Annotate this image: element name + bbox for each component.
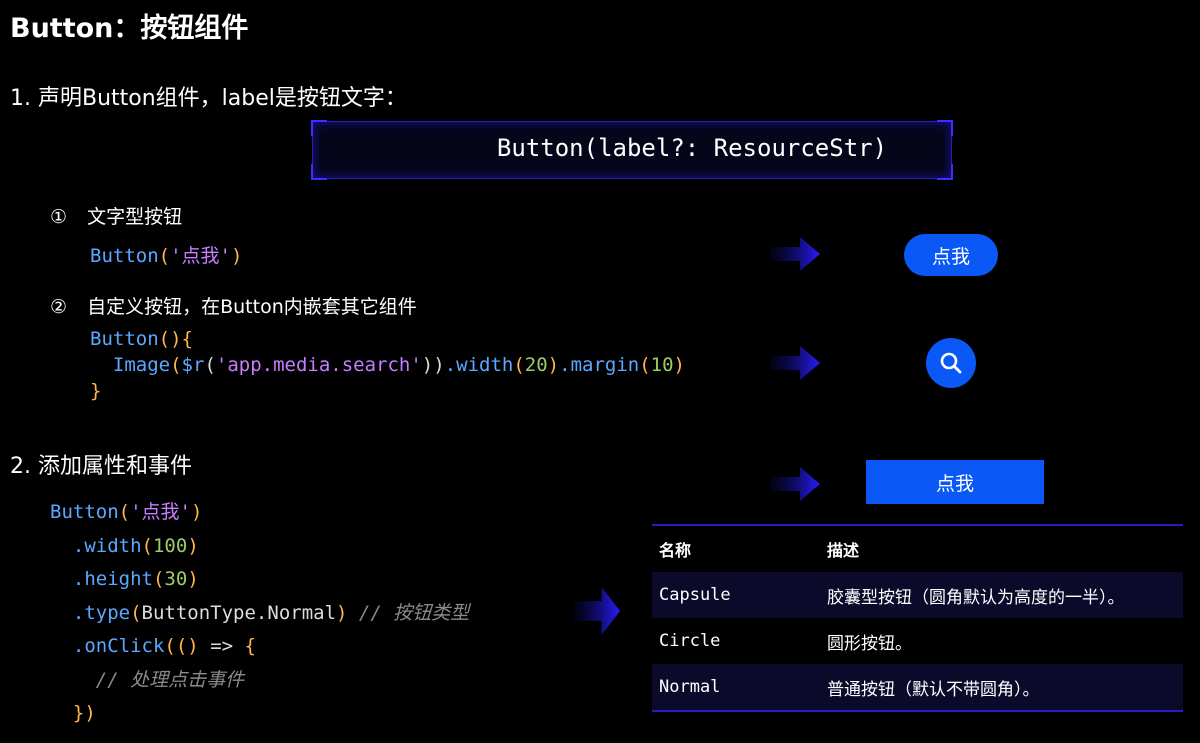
corner-decoration [937, 164, 953, 180]
circle-button-preview[interactable] [926, 338, 976, 388]
table-row: Normal 普通按钮（默认不带圆角）。 [652, 664, 1183, 710]
section2-heading: 2. 添加属性和事件 [10, 454, 192, 479]
capsule-button-preview[interactable]: 点我 [904, 234, 998, 276]
table-cell-desc: 胶囊型按钮（圆角默认为高度的一半）。 [827, 587, 1125, 608]
table-header-row: 名称 描述 [652, 526, 1183, 572]
signature-box: Button(label?: ResourceStr) [311, 120, 953, 180]
normal-button-preview[interactable]: 点我 [866, 460, 1044, 504]
arrow-right-icon [574, 587, 620, 635]
item1-code: Button('点我') [90, 245, 243, 267]
arrow-right-icon [770, 467, 820, 501]
table-bottom-border [652, 710, 1183, 712]
table-cell-name: Normal [659, 677, 721, 697]
arrow-right-icon [770, 237, 820, 271]
item1-heading: ① 文字型按钮 [50, 202, 182, 229]
button-type-table: 名称 描述 Capsule 胶囊型按钮（圆角默认为高度的一半）。 Circle … [652, 524, 1183, 712]
table-header-desc: 描述 [827, 541, 860, 560]
search-icon [940, 352, 962, 374]
table-cell-desc: 普通按钮（默认不带圆角）。 [827, 679, 1040, 700]
table-cell-name: Capsule [659, 585, 731, 605]
section1-heading: 1. 声明Button组件，label是按钮文字： [10, 86, 407, 111]
item2-label: 自定义按钮，在Button内嵌套其它组件 [87, 296, 417, 318]
table-cell-name: Circle [659, 631, 721, 651]
section2-code: Button('点我') .width(100) .height(30) .ty… [50, 501, 470, 724]
item2-code: Button(){ Image($r('app.media.search')).… [90, 328, 685, 402]
table-row: Capsule 胶囊型按钮（圆角默认为高度的一半）。 [652, 572, 1183, 618]
item1-marker: ① [50, 206, 68, 228]
table-row: Circle 圆形按钮。 [652, 618, 1183, 664]
arrow-right-icon [770, 346, 820, 380]
table-cell-desc: 圆形按钮。 [827, 633, 912, 654]
item1-label: 文字型按钮 [87, 206, 183, 228]
page-title: Button：按钮组件 [10, 13, 249, 44]
item2-heading: ② 自定义按钮，在Button内嵌套其它组件 [50, 292, 417, 319]
button-signature: Button(label?: ResourceStr) [496, 134, 888, 162]
item2-marker: ② [50, 296, 68, 318]
table-header-name: 名称 [659, 541, 692, 560]
corner-decoration [311, 164, 327, 180]
